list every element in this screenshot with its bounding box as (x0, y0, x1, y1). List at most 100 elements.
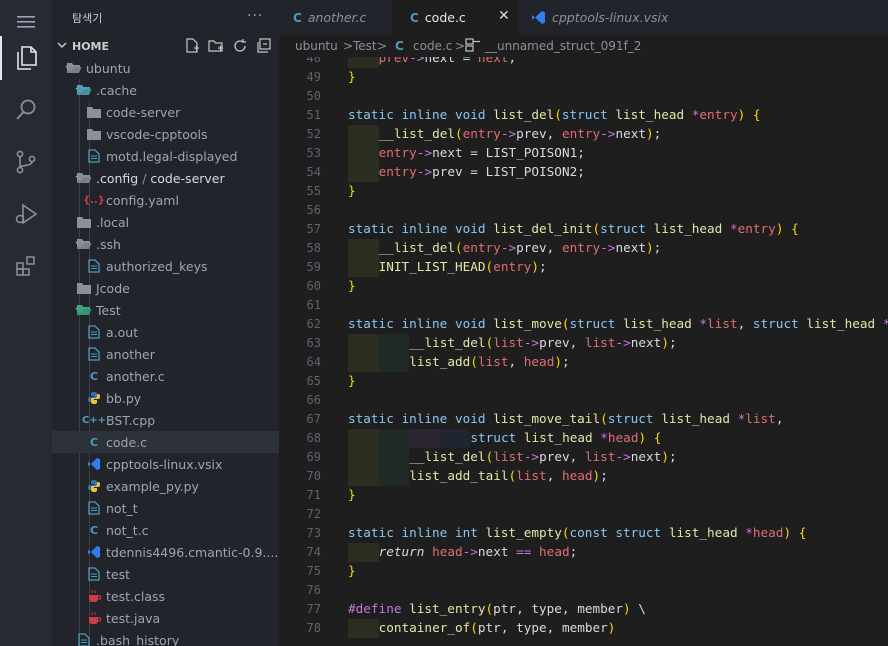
tree-folder[interactable]: .local (52, 211, 279, 233)
indent-highlight (348, 144, 379, 163)
tree-item-label: Test (96, 303, 121, 318)
tree-file[interactable]: Ccode.c (52, 431, 279, 453)
tree-folder[interactable]: vscode-cpptools (52, 123, 279, 145)
line-number: 73 (306, 526, 321, 540)
code-text: return head->next == head; (378, 544, 578, 559)
breadcrumb-ubuntu[interactable]: ubuntu (295, 39, 338, 53)
line-number: 61 (306, 298, 321, 312)
file-icon (86, 324, 102, 340)
indent-highlight (348, 543, 379, 562)
extensions-icon[interactable] (0, 244, 52, 288)
code-line: 59 INIT_LIST_HEAD(entry); (279, 258, 888, 277)
tree-file[interactable]: not_t (52, 497, 279, 519)
home-section-header[interactable]: HOME (52, 35, 279, 57)
tree-file[interactable]: .bash_history (52, 629, 279, 646)
line-number: 65 (306, 374, 321, 388)
tree-item-label: BST.cpp (106, 413, 156, 428)
code-editor[interactable]: 48 prev->next = next; 49} 50 51 static inline… (279, 57, 888, 646)
folder-icon (76, 302, 92, 318)
folder-icon (76, 214, 92, 230)
close-icon[interactable]: ✕ (498, 8, 510, 24)
folder-icon (86, 104, 102, 120)
tree-item-label: not_t (106, 501, 138, 516)
tree-folder[interactable]: code-server (52, 101, 279, 123)
tree-folder[interactable]: .ssh (52, 233, 279, 255)
code-text: #define list_entry(ptr, type, member) \ (348, 601, 646, 616)
line-number: 77 (306, 602, 321, 616)
code-line: 56 (279, 201, 888, 220)
explorer-icon[interactable] (0, 36, 52, 80)
code-text: entry->next = LIST_POISON1; (378, 145, 585, 160)
line-number: 64 (306, 355, 321, 369)
tree-file[interactable]: authorized_keys (52, 255, 279, 277)
c-file-icon: C (89, 435, 99, 449)
run-debug-icon[interactable] (0, 192, 52, 236)
code-line: 53 entry->next = LIST_POISON1; (279, 144, 888, 163)
indent-highlight (439, 429, 471, 448)
tree-file[interactable]: motd.legal-displayed (52, 145, 279, 167)
line-number: 76 (306, 583, 321, 597)
line-number: 68 (306, 431, 321, 445)
tree-file[interactable]: test.java (52, 607, 279, 629)
tree-item-label: not_t.c (106, 523, 149, 538)
file-icon (86, 346, 102, 362)
tab-cpptools-vsix[interactable]: cpptools-linux.vsix (519, 0, 669, 35)
tab-code-c[interactable]: C code.c ✕ (392, 0, 519, 35)
tab-label: another.c (307, 10, 367, 25)
code-text: prev->next = next; (378, 57, 517, 65)
code-text: } (348, 563, 356, 578)
indent-highlight (348, 353, 379, 372)
line-number: 58 (306, 241, 321, 255)
tree-file[interactable]: cpptools-linux.vsix (52, 453, 279, 475)
tree-item-label: motd.legal-displayed (106, 149, 238, 164)
new-file-icon[interactable] (184, 38, 200, 54)
tree-file[interactable]: Cnot_t.c (52, 519, 279, 541)
breadcrumb-code-c[interactable]: code.c (413, 39, 452, 53)
c-file-icon: C (293, 10, 302, 25)
tree-file[interactable]: {..} config.yaml (52, 189, 279, 211)
line-number: 63 (306, 336, 321, 350)
tree-folder[interactable]: Test (52, 299, 279, 321)
line-number: 69 (306, 450, 321, 464)
breadcrumb-test[interactable]: Test (353, 39, 377, 53)
code-line: 62 static inline void list_move(struct li… (279, 315, 888, 334)
tree-item-label: code-server (106, 105, 181, 120)
tree-folder[interactable]: ubuntu (52, 57, 279, 79)
tree-file[interactable]: test.class (52, 585, 279, 607)
breadcrumb-symbol[interactable]: __unnamed_struct_091f_2 (485, 39, 641, 53)
tree-item-label: code.c (106, 435, 147, 450)
tree-file[interactable]: another (52, 343, 279, 365)
tree-item-label: example_py.py (106, 479, 199, 494)
tree-file[interactable]: bb.py (52, 387, 279, 409)
code-text: entry->prev = LIST_POISON2; (378, 164, 585, 179)
more-actions-icon[interactable]: ··· (247, 8, 263, 24)
tree-file[interactable]: test (52, 563, 279, 585)
tree-file[interactable]: a.out (52, 321, 279, 343)
code-line: 74 return head->next == head; (279, 543, 888, 562)
refresh-icon[interactable] (232, 38, 248, 54)
tree-item-label: another (106, 347, 155, 362)
line-number: 78 (306, 621, 321, 635)
tree-file[interactable]: example_py.py (52, 475, 279, 497)
tree-folder[interactable]: Jcode (52, 277, 279, 299)
c-file-icon: C (410, 10, 419, 25)
tree-file[interactable]: Canother.c (52, 365, 279, 387)
code-text: } (348, 487, 356, 502)
source-control-icon[interactable] (0, 140, 52, 184)
tree-file[interactable]: C++ BST.cpp (52, 409, 279, 431)
code-text: static inline void list_del(struct list_… (348, 107, 761, 122)
tab-another-c[interactable]: C another.c (279, 0, 392, 35)
tree-folder[interactable]: .config / code-server (52, 167, 279, 189)
tree-item-label: config.yaml (106, 193, 179, 208)
indent-highlight (378, 353, 410, 372)
code-text: static inline void list_del_init(struct … (348, 221, 799, 236)
vsix-file-icon (86, 544, 102, 560)
collapse-all-icon[interactable] (256, 38, 272, 54)
tree-folder[interactable]: .cache (52, 79, 279, 101)
line-number: 66 (306, 393, 321, 407)
search-icon[interactable] (0, 88, 52, 132)
new-folder-icon[interactable] (208, 38, 224, 54)
tree-file[interactable]: tdennis4496.cmantic-0.9.... (52, 541, 279, 563)
code-text: list_add(list, head); (409, 354, 570, 369)
code-text: } (348, 183, 356, 198)
